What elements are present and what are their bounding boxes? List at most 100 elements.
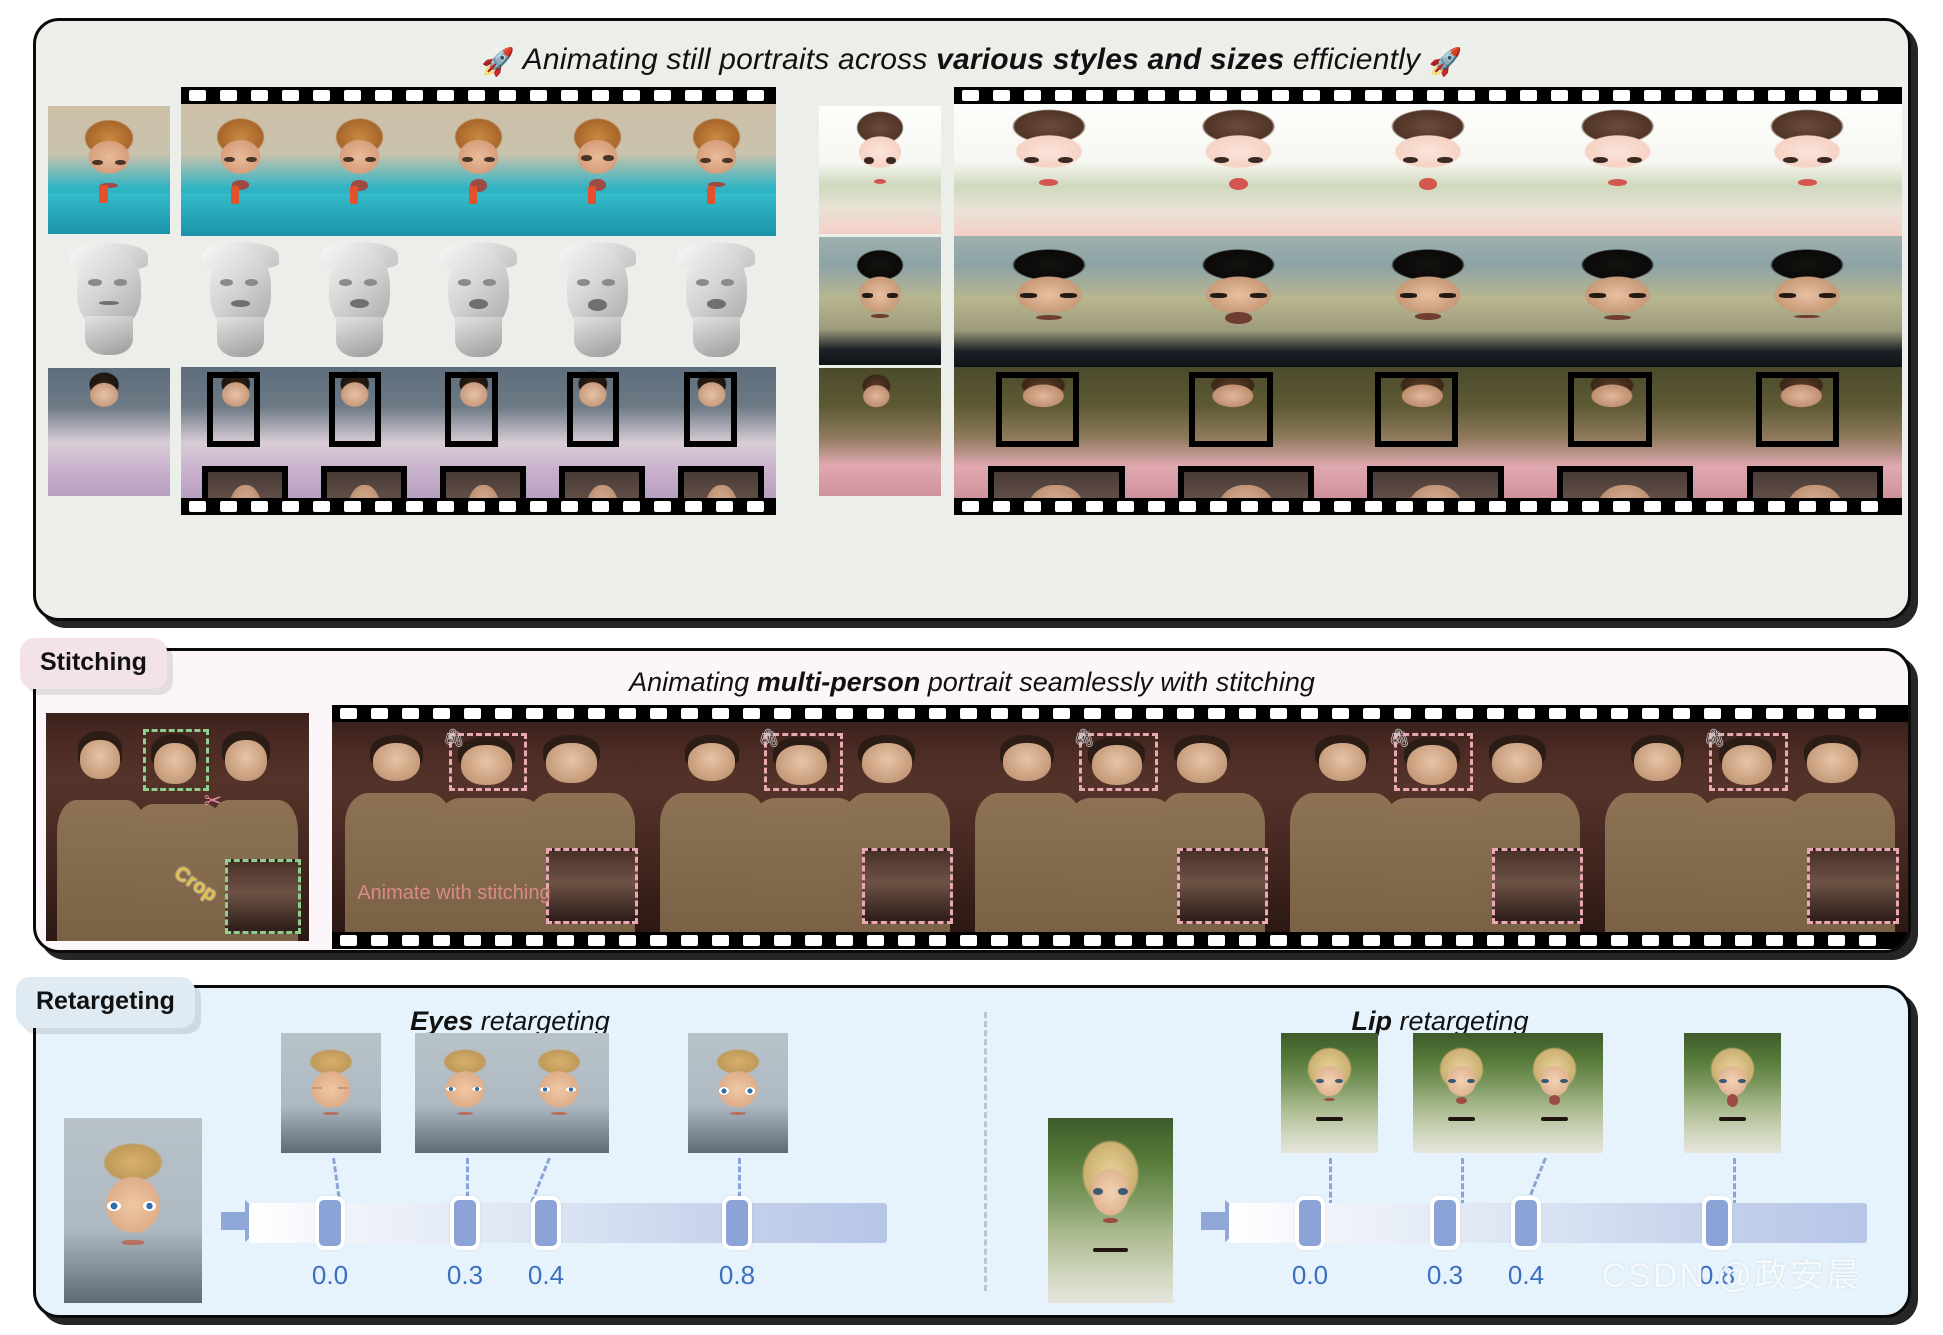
lip-result-1 xyxy=(1413,1033,1510,1153)
page-title-prefix: Animating still portraits across xyxy=(522,43,937,76)
eyes-value-0: 0.0 xyxy=(311,1260,349,1290)
film-frame xyxy=(300,104,419,498)
film-frame xyxy=(1712,104,1902,498)
zoom-box xyxy=(566,371,619,447)
stitching-title-suffix: portrait seamlessly with stitching xyxy=(920,667,1315,697)
animate-with-stitching-label: Animate with stitching xyxy=(357,881,551,904)
film-perforations-top xyxy=(954,87,1902,104)
paperclip-icon: 🖇 xyxy=(1387,728,1411,749)
eyes-slider-knob-1[interactable] xyxy=(450,1196,480,1250)
film-frame xyxy=(419,104,538,498)
lip-slider-knob-0[interactable] xyxy=(1295,1196,1325,1250)
eyes-value-3: 0.8 xyxy=(718,1260,756,1290)
crop-region-face xyxy=(143,728,210,791)
lip-slider-knob-2[interactable] xyxy=(1511,1196,1541,1250)
scissors-icon: ✂ xyxy=(203,788,223,814)
film-frame: 🖇 xyxy=(1592,722,1908,932)
zoom-inset xyxy=(202,466,289,498)
leader-line xyxy=(1733,1158,1736,1206)
film-frame: 🖇 xyxy=(1277,722,1593,932)
film-frame: 🖇 xyxy=(962,722,1278,932)
lip-result-3 xyxy=(1684,1033,1781,1153)
animated-crop-inset xyxy=(1491,848,1584,924)
zoom-box xyxy=(1189,371,1273,447)
zoom-box xyxy=(207,371,260,447)
leader-line xyxy=(1461,1158,1464,1206)
film-frames-left xyxy=(181,104,776,498)
leader-line xyxy=(1329,1158,1332,1206)
zoom-box xyxy=(1755,371,1840,447)
zoom-inset xyxy=(678,466,765,498)
lip-slider-knob-3[interactable] xyxy=(1702,1196,1732,1250)
film-frame: 🖇 xyxy=(647,722,963,932)
eyes-slider-knob-3[interactable] xyxy=(722,1196,752,1250)
film-frame xyxy=(181,104,300,498)
source-image-blonde xyxy=(1048,1118,1173,1303)
lip-retargeting-rest: retargeting xyxy=(1391,1006,1529,1036)
animated-crop-inset xyxy=(546,848,638,924)
eyes-value-1: 0.3 xyxy=(446,1260,484,1290)
section-divider xyxy=(984,1012,987,1291)
stitching-badge: Stitching xyxy=(20,638,167,689)
zoom-box xyxy=(328,371,381,447)
styles-and-sizes-panel: 🚀 Animating still portraits across vario… xyxy=(33,18,1911,621)
page-title-suffix: efficiently xyxy=(1284,43,1421,76)
film-frame xyxy=(1143,104,1334,498)
lip-slider-knob-1[interactable] xyxy=(1430,1196,1460,1250)
stitching-title-prefix: Animating xyxy=(629,667,757,697)
zoom-inset xyxy=(321,466,408,498)
source-image-statue xyxy=(48,237,170,365)
film-perforations-bottom xyxy=(181,498,776,515)
film-perforations-top xyxy=(181,87,776,104)
stitching-panel: Animating multi-person portrait seamless… xyxy=(33,648,1911,953)
retargeting-badge: Retargeting xyxy=(16,977,195,1028)
paperclip-icon: 🖇 xyxy=(1072,728,1096,749)
cropped-face-box xyxy=(224,858,302,935)
eyes-result-3 xyxy=(688,1033,788,1153)
page-title-emphasis: various styles and sizes xyxy=(936,43,1285,76)
eyes-retargeting-emphasis: Eyes xyxy=(410,1006,474,1036)
film-frames-right xyxy=(954,104,1902,498)
lip-result-2 xyxy=(1506,1033,1603,1153)
lip-value-1: 0.3 xyxy=(1426,1260,1464,1290)
film-strip-stitching: Animate with stitching 🖇 🖇 🖇 🖇 🖇 xyxy=(332,705,1908,949)
zoom-inset xyxy=(440,466,527,498)
zoom-box xyxy=(1568,371,1652,447)
film-frame xyxy=(954,104,1144,498)
eyes-result-1 xyxy=(415,1033,515,1153)
lip-result-0 xyxy=(1281,1033,1378,1153)
source-image-man xyxy=(819,237,941,365)
paperclip-icon: 🖇 xyxy=(442,728,466,749)
source-image-painted-girl xyxy=(48,106,170,234)
eyes-slider-knob-2[interactable] xyxy=(531,1196,561,1250)
retargeting-panel: Eyes retargeting Lip retargeting 0.0 0.3… xyxy=(33,985,1911,1318)
film-strip-right xyxy=(954,87,1902,515)
lip-value-2: 0.4 xyxy=(1507,1260,1545,1290)
eyes-result-2 xyxy=(509,1033,609,1153)
rocket-icon-right: 🚀 xyxy=(1428,47,1463,77)
zoom-box xyxy=(995,371,1080,447)
eyes-retargeting-rest: retargeting xyxy=(473,1006,610,1036)
film-perforations-top xyxy=(332,705,1908,722)
source-image-victorian xyxy=(48,368,170,496)
source-image-lady xyxy=(819,368,941,496)
animated-crop-inset xyxy=(1176,848,1269,924)
lip-value-0: 0.0 xyxy=(1291,1260,1329,1290)
film-frame xyxy=(538,104,657,498)
film-frame xyxy=(1522,104,1713,498)
source-image-group-photo: Crop ✂ xyxy=(46,713,309,941)
animated-crop-inset xyxy=(1807,848,1899,924)
zoom-box xyxy=(1374,371,1459,447)
film-frame xyxy=(1333,104,1523,498)
zoom-inset xyxy=(559,466,646,498)
paperclip-icon: 🖇 xyxy=(1703,728,1726,749)
lip-value-3: 0.8 xyxy=(1698,1260,1736,1290)
film-strip-left xyxy=(181,87,776,515)
film-frames-stitching: Animate with stitching 🖇 🖇 🖇 🖇 🖇 xyxy=(332,722,1908,932)
film-perforations-bottom xyxy=(332,932,1908,949)
zoom-inset xyxy=(1367,466,1504,498)
eyes-slider-knob-0[interactable] xyxy=(315,1196,345,1250)
page-title: 🚀 Animating still portraits across vario… xyxy=(36,43,1908,78)
film-frame xyxy=(657,104,776,498)
source-image-anime xyxy=(819,106,941,234)
